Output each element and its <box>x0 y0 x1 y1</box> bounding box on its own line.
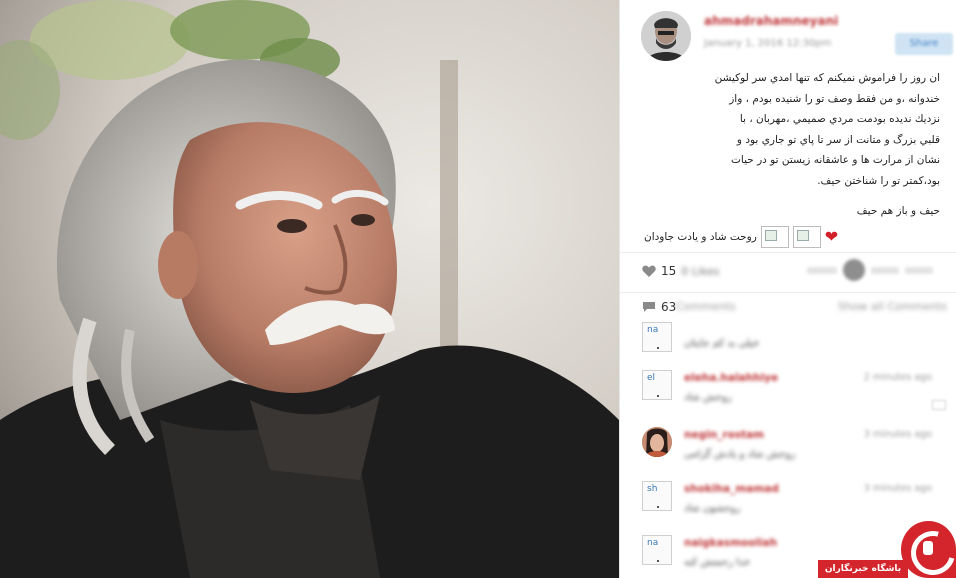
likes-row[interactable]: 15 0 Likes <box>642 264 719 278</box>
author-username[interactable]: ahmadrahamneyani <box>704 14 838 28</box>
post-photo <box>0 0 619 578</box>
commenter-avatar[interactable]: sh <box>642 481 672 511</box>
commenter-name[interactable]: shokiha_mamad <box>684 483 779 495</box>
caption-emoji-row: روحت شاد و يادت جاودان ❤ <box>644 226 838 248</box>
caption-line: نشان از مرارت ها و عاشقانه زيستن تو در ح… <box>730 154 940 166</box>
portrait-illustration <box>0 0 619 578</box>
post-panel: ahmadrahamneyani January 1, 2016 12:30pm… <box>619 0 956 578</box>
author-avatar[interactable] <box>641 11 691 61</box>
watermark-logo-icon <box>901 521 956 578</box>
commenter-avatar[interactable] <box>642 427 672 457</box>
comment-text: خدا رحمتش کنه <box>684 557 751 568</box>
liker-avatar <box>843 259 865 281</box>
commenter-avatar-alt: na <box>647 325 659 335</box>
broken-emoji-image <box>760 226 789 248</box>
commenter-avatar[interactable]: na <box>642 535 672 565</box>
divider <box>620 252 956 253</box>
caption-line: نزديك نديده بودمت مردي صميمي ،مهربان ، ب… <box>739 113 940 125</box>
comment-item: el eleha.halahhiye 2 minutes ago روحش شا… <box>642 370 952 420</box>
liker-bar <box>807 266 837 274</box>
caption-line: ان روز را فراموش نميكنم كه تنها امدي سر … <box>714 72 940 84</box>
comment-text: روحش شاد و یادش گرامی <box>684 449 796 460</box>
watermark-label: باشگاه خبرنگاران <box>818 560 908 578</box>
caption-line: خندوانه ،و من فقط وصف تو را شنيده بودم ،… <box>729 92 940 105</box>
commenter-photo <box>642 427 672 457</box>
comment-item: sh shokiha_mamad 3 minutes ago روحشون شا… <box>642 481 952 531</box>
likers-preview <box>807 255 956 285</box>
comment-item: negin_rostam 3 minutes ago روحش شاد و یا… <box>642 427 952 477</box>
divider <box>620 292 956 293</box>
post-header: ahmadrahamneyani January 1, 2016 12:30pm… <box>620 0 956 66</box>
comment-text: روحش شاد <box>684 392 732 403</box>
comment-icon <box>643 302 655 312</box>
likes-count: 15 <box>661 264 677 278</box>
post-caption: ان روز را فراموش نميكنم كه تنها امدي سر … <box>640 68 940 222</box>
commenter-avatar[interactable]: el <box>642 370 672 400</box>
caption-regret: حيف و باز هم حيف <box>856 205 940 217</box>
commenter-name[interactable]: eleha.halahhiye <box>684 372 778 384</box>
comment-text: خیلی بد کم جایتان <box>684 338 760 349</box>
comment-time: 3 minutes ago <box>863 483 932 494</box>
caption-line: قلبي بزرگ و متانت از سر تا پاي تو جاري ب… <box>736 133 940 146</box>
comments-label: Comments <box>676 300 736 313</box>
caption-signoff: روحت شاد و يادت جاودان <box>644 231 757 243</box>
likes-label: 0 Likes <box>681 264 720 278</box>
comments-row[interactable]: 63 <box>642 300 676 314</box>
caption-line: بود،كمتر تو را شناختن حيف. <box>817 174 940 187</box>
commenter-avatar-alt: sh <box>647 484 658 494</box>
comment-item: na خیلی بد کم جایتان <box>642 322 952 372</box>
commenter-avatar-alt: el <box>647 373 656 383</box>
comments-count: 63 <box>661 300 677 314</box>
reply-icon[interactable] <box>932 400 946 410</box>
commenter-name[interactable]: naigkasmooliah <box>684 537 777 549</box>
commenter-name[interactable]: negin_rostam <box>684 429 764 441</box>
commenter-avatar-alt: na <box>647 538 659 548</box>
comment-text: روحشون شاد <box>684 503 741 514</box>
liker-bar <box>871 266 899 274</box>
comment-time: 2 minutes ago <box>863 372 932 383</box>
author-avatar-image <box>641 11 691 61</box>
commenter-avatar[interactable]: na <box>642 322 672 352</box>
comments-header: Comments Show all Comments <box>676 300 956 318</box>
post-date: January 1, 2016 12:30pm <box>704 38 832 49</box>
heart-icon <box>642 265 656 277</box>
share-button[interactable]: Share <box>895 33 953 55</box>
liker-bar <box>905 266 933 274</box>
comment-time: 3 minutes ago <box>863 429 932 440</box>
show-all-comments-link[interactable]: Show all Comments <box>838 300 947 318</box>
heart-emoji-icon: ❤ <box>824 227 839 246</box>
broken-emoji-image <box>792 226 821 248</box>
